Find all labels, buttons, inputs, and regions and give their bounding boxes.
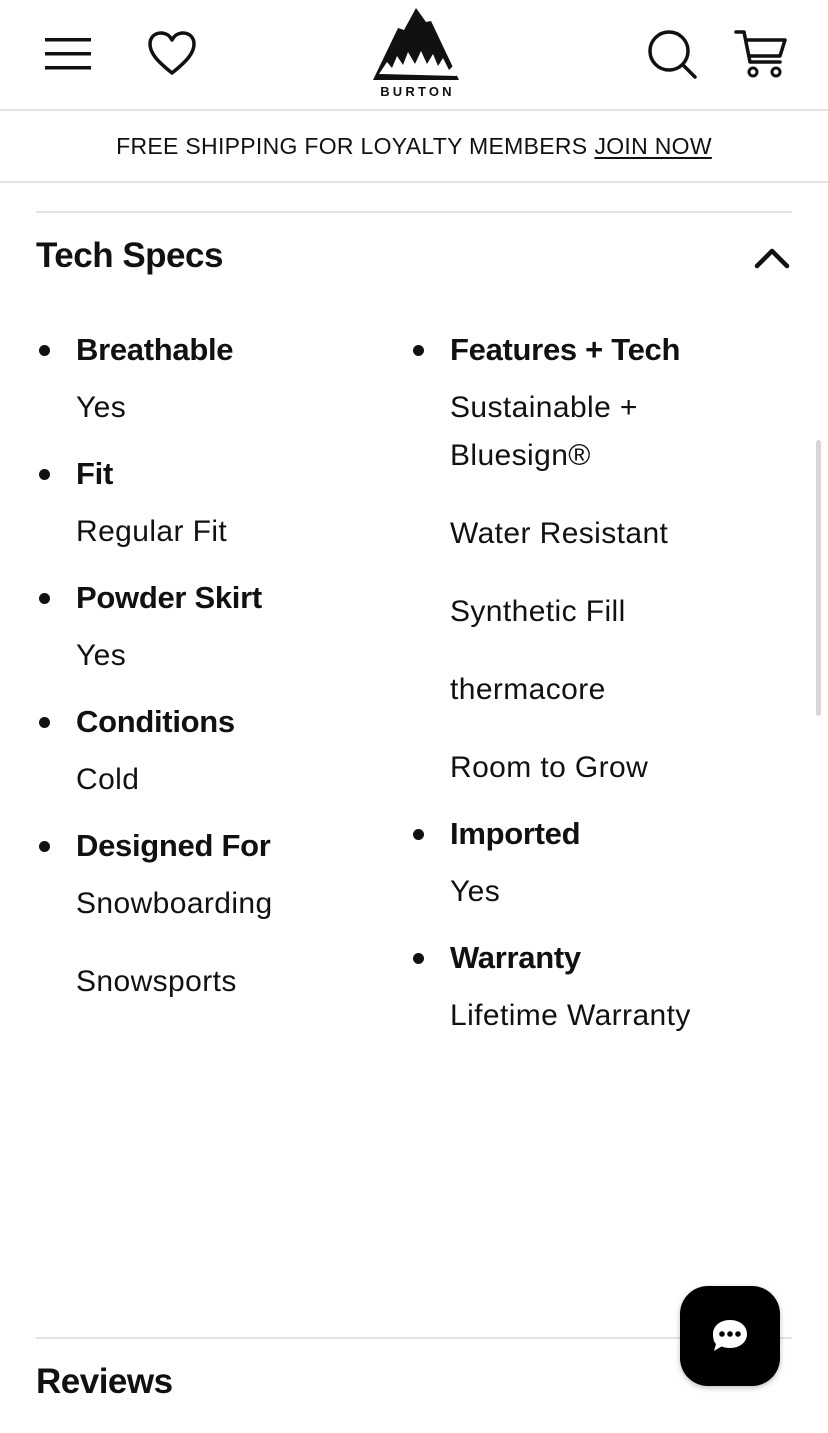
spec-designed-for: Designed For Snowboarding Snowsports [36, 826, 396, 1006]
spec-value: Yes [76, 391, 127, 424]
wishlist-button[interactable] [144, 28, 200, 80]
tech-specs-right-column: Features + Tech Sustainable + Bluesign® … [410, 330, 800, 1062]
spec-value: Room to Grow [450, 751, 649, 784]
promo-text: FREE SHIPPING FOR LOYALTY MEMBERS [116, 132, 588, 159]
reviews-title[interactable]: Reviews [36, 1362, 173, 1402]
brand-wordmark: BURTON [380, 84, 455, 99]
spec-label: Powder Skirt [76, 580, 262, 615]
join-now-link[interactable]: JOIN NOW [594, 133, 711, 160]
spec-value: Yes [76, 639, 127, 672]
chat-button[interactable] [680, 1286, 780, 1386]
spec-imported: Imported Yes [410, 814, 800, 916]
spec-breathable: Breathable Yes [36, 330, 396, 432]
spec-value: Synthetic Fill [450, 595, 626, 628]
collapse-tech-specs-button[interactable] [748, 236, 796, 280]
scrollbar[interactable] [816, 440, 821, 716]
spec-value: Snowsports [76, 965, 237, 998]
menu-button[interactable] [40, 30, 96, 78]
spec-conditions: Conditions Cold [36, 702, 396, 804]
spec-powder-skirt: Powder Skirt Yes [36, 578, 396, 680]
spec-label: Fit [76, 456, 113, 491]
spec-value: Cold [76, 763, 140, 796]
divider [36, 211, 792, 213]
search-icon [648, 30, 697, 79]
cart-button[interactable] [732, 26, 790, 82]
spec-value: Water Resistant [450, 517, 669, 550]
chat-bubble-icon [713, 1320, 747, 1351]
heart-icon [148, 31, 196, 75]
spec-label: Features + Tech [450, 332, 681, 367]
spec-fit: Fit Regular Fit [36, 454, 396, 556]
tech-specs-left-column: Breathable Yes Fit Regular Fit Powder Sk… [36, 330, 396, 1028]
spec-label: Breathable [76, 332, 234, 367]
spec-label: Conditions [76, 704, 235, 739]
chevron-up-icon [754, 248, 790, 269]
spec-value: Snowboarding [76, 887, 273, 920]
spec-warranty: Warranty Lifetime Warranty [410, 938, 800, 1040]
cart-icon [734, 30, 787, 78]
site-header: BURTON [0, 0, 828, 111]
promo-banner: FREE SHIPPING FOR LOYALTY MEMBERS JOIN N… [0, 111, 828, 183]
spec-features-tech: Features + Tech Sustainable + Bluesign® … [410, 330, 800, 792]
mountain-logo-icon [373, 8, 459, 80]
tech-specs-title[interactable]: Tech Specs [36, 236, 223, 276]
brand-logo[interactable]: BURTON [368, 8, 464, 104]
spec-label: Warranty [450, 940, 581, 975]
spec-value: thermacore [450, 673, 606, 706]
spec-value: Sustainable + Bluesign® [450, 391, 638, 472]
spec-label: Designed For [76, 828, 271, 863]
spec-value: Regular Fit [76, 515, 228, 548]
spec-label: Imported [450, 816, 581, 851]
divider [36, 1337, 792, 1339]
spec-value: Yes [450, 875, 501, 908]
spec-value: Lifetime Warranty [450, 999, 691, 1032]
search-button[interactable] [644, 26, 700, 82]
menu-icon [45, 38, 91, 70]
